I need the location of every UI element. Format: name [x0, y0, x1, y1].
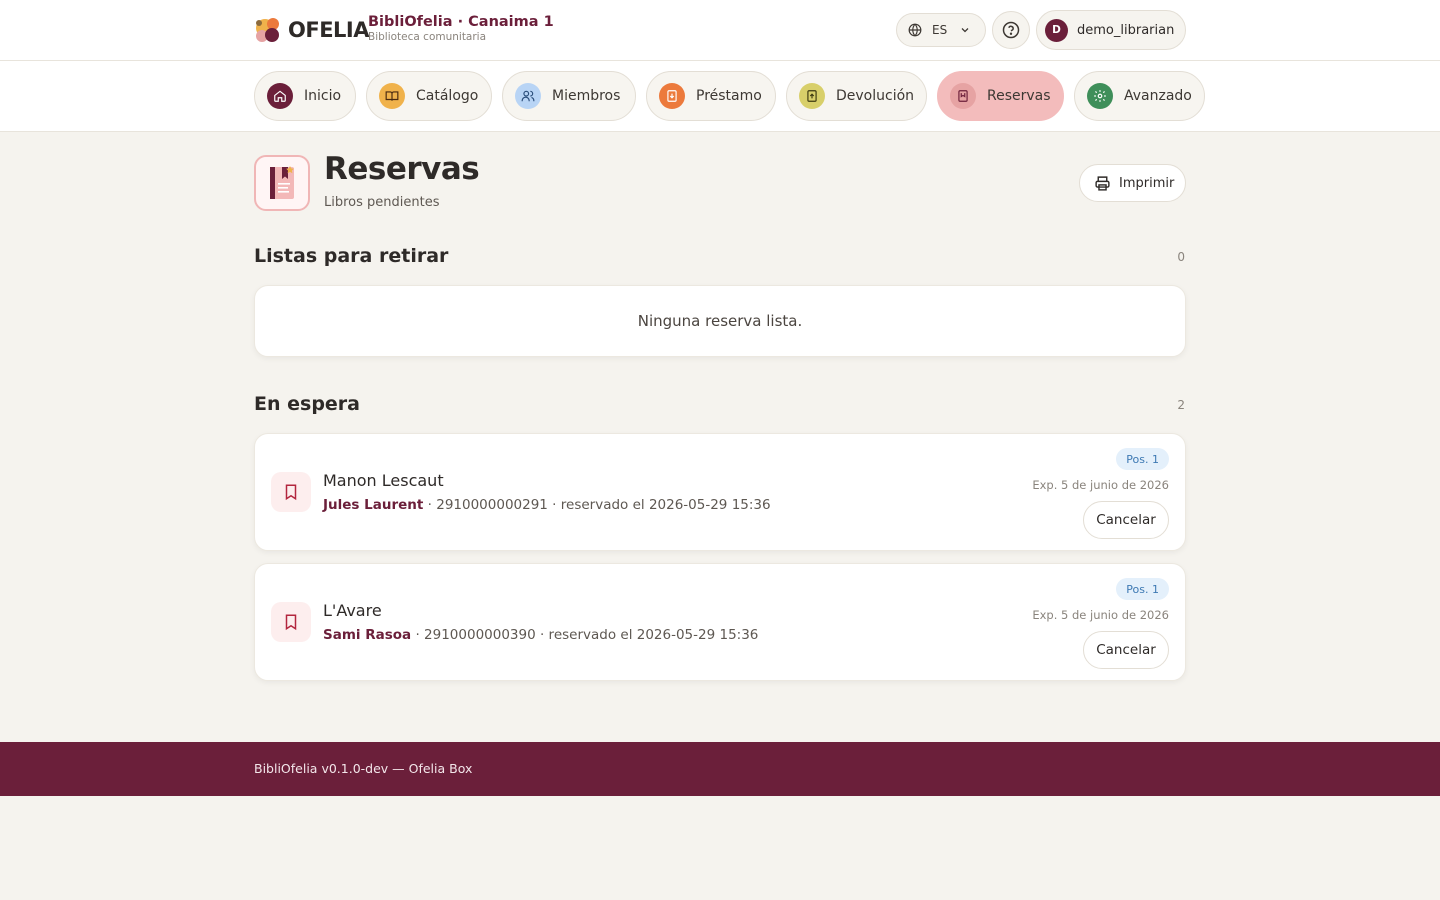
home-icon — [267, 83, 293, 109]
printer-icon — [1095, 175, 1110, 191]
nav-item-label: Catálogo — [416, 88, 479, 104]
footer: BibliOfelia v0.1.0-dev — Ofelia Box — [0, 742, 1440, 796]
nav-item-label: Préstamo — [696, 88, 762, 104]
nav-item-reservas[interactable]: Reservas — [937, 71, 1064, 121]
bookmark-icon — [271, 472, 311, 512]
cancel-hold-button[interactable]: Cancelar — [1083, 501, 1169, 539]
users-icon — [515, 83, 541, 109]
nav-item-prestamo[interactable]: Préstamo — [646, 71, 776, 121]
hold-details: · 2910000000291 · reservado el 2026-05-2… — [423, 497, 771, 513]
empty-message: Ninguna reserva lista. — [637, 312, 803, 330]
user-name: demo_librarian — [1077, 22, 1175, 38]
hold-meta: Sami Rasoa · 2910000000390 · reservado e… — [323, 627, 758, 643]
brand: BibliOfelia · Canaima 1 Biblioteca comun… — [368, 14, 554, 43]
return-icon — [799, 83, 825, 109]
nav-item-label: Reservas — [987, 88, 1051, 104]
nav-item-devolucion[interactable]: Devolución — [786, 71, 927, 121]
nav-item-label: Inicio — [304, 88, 342, 104]
language-code: ES — [932, 23, 948, 37]
help-icon — [1002, 21, 1020, 39]
hold-expiry: Exp. 5 de junio de 2026 — [1032, 608, 1169, 622]
hold-details: · 2910000000390 · reservado el 2026-05-2… — [411, 627, 759, 643]
hold-card: L'Avare Sami Rasoa · 2910000000390 · res… — [254, 563, 1186, 681]
cancel-hold-button[interactable]: Cancelar — [1083, 631, 1169, 669]
waiting-section-title: En espera — [254, 393, 360, 415]
nav-item-catalogo[interactable]: Catálogo — [366, 71, 492, 121]
main-navigation: Inicio Catálogo Miembros Préstamo Devolu… — [0, 61, 1440, 132]
page-subtitle: Libros pendientes — [324, 195, 440, 210]
nav-item-miembros[interactable]: Miembros — [502, 71, 636, 121]
nav-item-label: Devolución — [836, 88, 915, 104]
ready-count: 0 — [1177, 250, 1185, 264]
hold-expiry: Exp. 5 de junio de 2026 — [1032, 478, 1169, 492]
queue-position-badge: Pos. 1 — [1116, 448, 1169, 470]
ready-empty-state: Ninguna reserva lista. — [254, 285, 1186, 357]
waiting-count: 2 — [1177, 398, 1185, 412]
print-label: Imprimir — [1119, 175, 1175, 191]
hold-meta: Jules Laurent · 2910000000291 · reservad… — [323, 497, 771, 513]
hold-member[interactable]: Sami Rasoa — [323, 627, 411, 643]
user-menu-button[interactable]: D demo_librarian — [1036, 10, 1186, 50]
nav-item-label: Avanzado — [1124, 88, 1192, 104]
ofelia-logo-icon — [256, 18, 279, 42]
help-button[interactable] — [992, 11, 1030, 49]
chevron-down-icon — [961, 28, 969, 33]
nav-item-avanzado[interactable]: Avanzado — [1074, 71, 1205, 121]
nav-item-inicio[interactable]: Inicio — [254, 71, 356, 121]
gear-icon — [1087, 83, 1113, 109]
hold-card: Manon Lescaut Jules Laurent · 2910000000… — [254, 433, 1186, 551]
logo-text: OFELIA — [288, 18, 370, 42]
hold-member[interactable]: Jules Laurent — [323, 497, 423, 513]
top-bar: OFELIA BibliOfelia · Canaima 1 Bibliotec… — [0, 0, 1440, 61]
nav-item-label: Miembros — [552, 88, 621, 104]
bookmark-icon — [950, 83, 976, 109]
checkout-icon — [659, 83, 685, 109]
bookmark-icon — [271, 602, 311, 642]
language-selector[interactable]: ES — [896, 13, 986, 47]
brand-title: BibliOfelia · Canaima 1 — [368, 14, 554, 30]
logo[interactable]: OFELIA — [254, 15, 370, 45]
page-title: Reservas — [324, 151, 480, 187]
hold-book-title: Manon Lescaut — [323, 471, 444, 490]
globe-icon — [908, 23, 922, 37]
brand-subtitle: Biblioteca comunitaria — [368, 31, 487, 43]
print-button[interactable]: Imprimir — [1079, 164, 1186, 202]
avatar: D — [1045, 18, 1068, 42]
book-open-icon — [379, 83, 405, 109]
footer-text: BibliOfelia v0.1.0-dev — Ofelia Box — [254, 761, 473, 776]
ready-section-title: Listas para retirar — [254, 245, 449, 267]
queue-position-badge: Pos. 1 — [1116, 578, 1169, 600]
hold-book-title: L'Avare — [323, 601, 382, 620]
reservations-book-icon — [254, 155, 310, 211]
